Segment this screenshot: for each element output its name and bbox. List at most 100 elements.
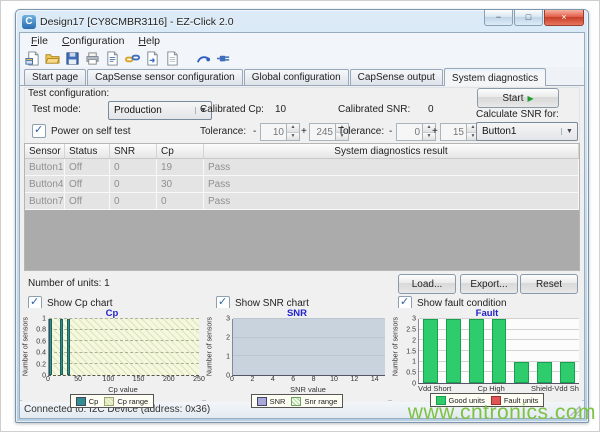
show-cp-chart-label: Show Cp chart bbox=[47, 298, 113, 309]
cell-snr: 0 bbox=[110, 176, 157, 192]
app-window: C Design17 [CY8CMBR3116] - EZ-Click 2.0 … bbox=[15, 9, 589, 423]
test-mode-label: Test mode: bbox=[32, 104, 81, 115]
system-diagnostics-page: Test configuration: Test mode: Productio… bbox=[20, 85, 584, 400]
cell-snr: 0 bbox=[110, 159, 157, 175]
cp-legend-swatch bbox=[76, 397, 86, 406]
connect-icon[interactable] bbox=[195, 50, 212, 66]
fault-chart: Fault Number of sensors 00.511.522.53 Vd… bbox=[392, 308, 582, 402]
calibrated-cp-label: Calibrated Cp: bbox=[200, 104, 264, 115]
watermark: www.cntronics.com bbox=[408, 401, 596, 425]
cell-snr: 0 bbox=[110, 193, 157, 209]
charts-row: Cp Number of sensors 00.20.40.60.81 0501… bbox=[22, 308, 582, 402]
snr-y-ticks: 0123 bbox=[215, 319, 232, 376]
cp-range-legend-label: Cp range bbox=[117, 397, 148, 406]
table-header-row: Sensor Status SNR Cp System diagnostics … bbox=[25, 144, 579, 159]
play-icon: ▶ bbox=[527, 94, 533, 103]
report-icon[interactable] bbox=[104, 50, 121, 66]
cell-cp: 30 bbox=[157, 176, 204, 192]
new-design-icon[interactable] bbox=[24, 50, 41, 66]
snr-tolerance-minus-sign: - bbox=[389, 126, 392, 137]
test-configuration-label: Test configuration: bbox=[28, 88, 109, 99]
menu-configuration[interactable]: Configuration bbox=[55, 34, 131, 48]
fault-y-axis-label: Number of sensors bbox=[392, 319, 401, 384]
link-icon[interactable] bbox=[124, 50, 141, 66]
start-button[interactable]: Start ▶ bbox=[477, 88, 559, 108]
calculate-snr-for-label: Calculate SNR for: bbox=[476, 109, 559, 120]
title-bar[interactable]: C Design17 [CY8CMBR3116] - EZ-Click 2.0 … bbox=[16, 10, 588, 32]
snr-legend: SNR Snr range bbox=[251, 394, 344, 408]
col-snr: SNR bbox=[110, 144, 157, 158]
power-on-self-test-checkbox[interactable] bbox=[32, 124, 46, 138]
show-snr-chart-label: Show SNR chart bbox=[235, 298, 309, 309]
cp-tolerance-minus-value[interactable]: 10 bbox=[261, 124, 286, 140]
table-row[interactable]: Button7 Off 0 0 Pass bbox=[25, 193, 579, 210]
menu-file[interactable]: File bbox=[24, 34, 55, 48]
cp-tolerance-plus-value[interactable]: 245 bbox=[310, 124, 335, 140]
cp-plot-area bbox=[48, 319, 199, 376]
table-row[interactable]: Button1 Off 0 19 Pass bbox=[25, 159, 579, 176]
load-button[interactable]: Load... bbox=[398, 274, 456, 294]
cell-result: Pass bbox=[204, 159, 579, 175]
tab-capsense-output[interactable]: CapSense output bbox=[350, 69, 443, 85]
cp-y-axis-label: Number of sensors bbox=[22, 319, 31, 376]
cell-sensor: Button7 bbox=[25, 193, 65, 209]
spinner-arrows-icon[interactable]: ▲▼ bbox=[286, 124, 299, 140]
snr-tolerance-label: Tolerance: bbox=[338, 126, 384, 137]
cp-legend-label: Cp bbox=[89, 397, 99, 406]
snr-tolerance-plus-sign: + bbox=[432, 126, 438, 137]
minimize-button[interactable]: − bbox=[484, 10, 513, 26]
toolbar bbox=[20, 49, 584, 67]
snr-plot-area bbox=[232, 319, 385, 376]
test-mode-value: Production bbox=[109, 105, 195, 116]
tab-start-page[interactable]: Start page bbox=[24, 69, 86, 85]
cell-status: Off bbox=[65, 193, 110, 209]
print-icon[interactable] bbox=[84, 50, 101, 66]
client-area: File Configuration Help Start page CapSe… bbox=[19, 32, 585, 419]
fault-category-label: Shield-Vdd Sh bbox=[531, 384, 579, 393]
export-button[interactable]: Export... bbox=[460, 274, 518, 294]
export-icon[interactable] bbox=[144, 50, 161, 66]
cell-cp: 0 bbox=[157, 193, 204, 209]
calibrated-snr-value: 0 bbox=[428, 104, 434, 115]
fault-plot-area bbox=[418, 319, 579, 384]
snr-legend-swatch bbox=[257, 397, 267, 406]
cp-tolerance-plus-sign: + bbox=[301, 126, 307, 137]
snr-tolerance-plus-value[interactable]: 15 bbox=[441, 124, 466, 140]
snr-y-axis-label: Number of sensors bbox=[206, 319, 215, 376]
open-icon[interactable] bbox=[44, 50, 61, 66]
window-title: Design17 [CY8CMBR3116] - EZ-Click 2.0 bbox=[40, 16, 483, 28]
cp-x-axis-label: Cp value bbox=[22, 385, 202, 394]
tab-system-diagnostics[interactable]: System diagnostics bbox=[444, 68, 546, 86]
maximize-button[interactable]: □ bbox=[514, 10, 543, 26]
cp-range-legend-swatch bbox=[104, 397, 114, 406]
snr-tolerance-minus-spinner[interactable]: 0 ▲▼ bbox=[396, 123, 436, 141]
cell-result: Pass bbox=[204, 176, 579, 192]
document-icon[interactable] bbox=[164, 50, 181, 66]
col-result: System diagnostics result bbox=[204, 144, 579, 158]
diagnostics-table: Sensor Status SNR Cp System diagnostics … bbox=[24, 143, 580, 271]
calculate-snr-for-select[interactable]: Button1 ▼ bbox=[476, 122, 578, 141]
cp-tolerance-minus-spinner[interactable]: 10 ▲▼ bbox=[260, 123, 300, 141]
cell-sensor: Button4 bbox=[25, 176, 65, 192]
snr-legend-label: SNR bbox=[270, 397, 286, 406]
snr-range-legend-label: Snr range bbox=[304, 397, 337, 406]
cell-status: Off bbox=[65, 159, 110, 175]
cp-tolerance-minus-sign: - bbox=[253, 126, 256, 137]
fault-x-ticks: Vdd Short Cp High Shield-Vdd Sh bbox=[418, 384, 579, 393]
menu-help[interactable]: Help bbox=[131, 34, 167, 48]
snr-tolerance-plus-spinner[interactable]: 15 ▲▼ bbox=[440, 123, 480, 141]
close-button[interactable]: × bbox=[544, 10, 584, 26]
tab-capsense-sensor-configuration[interactable]: CapSense sensor configuration bbox=[87, 69, 243, 85]
snr-tolerance-minus-value[interactable]: 0 bbox=[397, 124, 422, 140]
save-icon[interactable] bbox=[64, 50, 81, 66]
snr-chart: SNR Number of sensors 0123 02468101214 S… bbox=[206, 308, 388, 402]
reset-button[interactable]: Reset bbox=[520, 274, 578, 294]
tab-global-configuration[interactable]: Global configuration bbox=[244, 69, 349, 85]
disconnect-icon[interactable] bbox=[215, 50, 232, 66]
cp-chart: Cp Number of sensors 00.20.40.60.81 0501… bbox=[22, 308, 202, 402]
snr-x-ticks: 02468101214 bbox=[232, 376, 385, 385]
menu-bar: File Configuration Help bbox=[20, 33, 584, 49]
table-row[interactable]: Button4 Off 0 30 Pass bbox=[25, 176, 579, 193]
test-mode-select[interactable]: Production ▼ bbox=[108, 101, 212, 120]
power-on-self-test-label: Power on self test bbox=[51, 126, 130, 137]
